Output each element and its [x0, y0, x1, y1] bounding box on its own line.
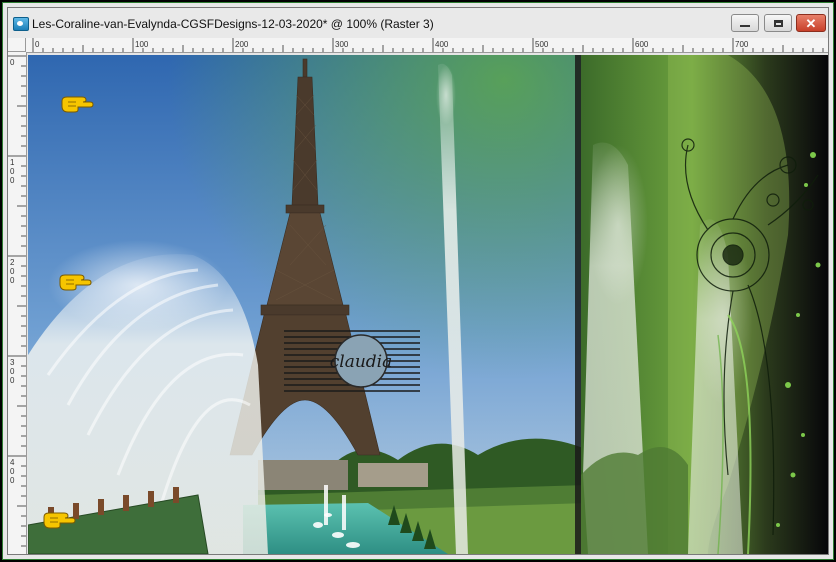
minimize-icon: [740, 25, 750, 27]
ruler-label: 600: [635, 40, 649, 49]
ruler-corner: [8, 38, 26, 52]
ruler-label: 2: [10, 258, 15, 267]
psp-image-icon[interactable]: [13, 17, 29, 31]
ruler-label: 0: [10, 267, 15, 276]
ruler-label: 0: [10, 167, 15, 176]
image-window-body: Les-Coraline-van-Evalynda-CGSFDesigns-12…: [7, 7, 829, 555]
ruler-label: 4: [10, 458, 15, 467]
image-canvas[interactable]: claudia: [28, 55, 828, 554]
ruler-label: 0: [10, 176, 15, 185]
image-window: Les-Coraline-van-Evalynda-CGSFDesigns-12…: [2, 2, 834, 560]
ruler-label: 0: [10, 58, 15, 67]
ruler-label: 400: [435, 40, 449, 49]
ruler-label: 200: [235, 40, 249, 49]
ruler-label: 500: [535, 40, 549, 49]
ruler-label: 0: [35, 40, 40, 49]
ruler-label: 0: [10, 476, 15, 485]
horizontal-ruler[interactable]: 0 100 200 300 400 500 600 700: [26, 38, 828, 53]
ruler-label: 0: [10, 376, 15, 385]
maximize-button[interactable]: [764, 14, 792, 32]
vertical-ruler-scale: 0100200300400: [8, 55, 26, 547]
vertical-ruler[interactable]: 0100200300400: [8, 52, 27, 554]
pointing-hand-icon: [43, 512, 76, 529]
ruler-label: 0: [10, 367, 15, 376]
ruler-label: 100: [135, 40, 149, 49]
pointing-hand-icon: [59, 274, 92, 291]
minimize-button[interactable]: [731, 14, 759, 32]
ruler-label: 3: [10, 358, 15, 367]
ruler-label: 1: [10, 158, 15, 167]
window-title: Les-Coraline-van-Evalynda-CGSFDesigns-12…: [32, 17, 434, 31]
close-button[interactable]: ✕: [796, 14, 826, 32]
horizontal-ruler-scale: 0 100 200 300 400 500 600 700: [32, 38, 824, 52]
watermark-text: claudia: [330, 352, 393, 372]
composite-image: claudia: [28, 55, 828, 554]
title-bar[interactable]: Les-Coraline-van-Evalynda-CGSFDesigns-12…: [8, 8, 828, 38]
ruler-label: 0: [10, 276, 15, 285]
pointing-hand-icon: [61, 96, 94, 113]
restore-icon: [773, 19, 783, 27]
ruler-label: 300: [335, 40, 349, 49]
close-icon: ✕: [805, 15, 817, 31]
ruler-label: 700: [735, 40, 749, 49]
ruler-label: 0: [10, 467, 15, 476]
